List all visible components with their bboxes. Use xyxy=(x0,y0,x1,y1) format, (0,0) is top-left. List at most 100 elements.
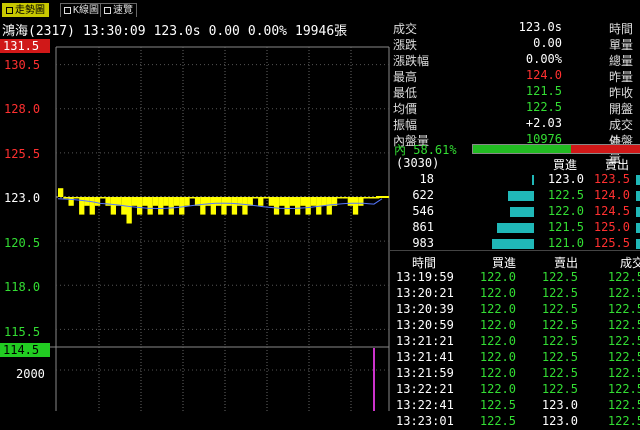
volume-tick: 2000 xyxy=(16,367,45,381)
tick-time: 13:21:21 xyxy=(396,334,454,348)
info-label: 漲跌 xyxy=(393,38,418,52)
tick-time: 13:20:59 xyxy=(396,318,454,332)
price-bar xyxy=(242,197,248,215)
y-tick: 120.5 xyxy=(4,236,41,250)
book-qty: 622 xyxy=(412,188,434,202)
tick-row[interactable]: 13:22:41 122.5 123.0 122.5 xyxy=(390,398,640,414)
tick-bid: 122.0 xyxy=(479,286,516,300)
info-value: 123.0s xyxy=(518,20,562,34)
tab-label: 走勢圖 xyxy=(15,5,45,16)
tick-row[interactable]: 13:20:59 122.0 122.5 122.5 xyxy=(390,318,640,334)
price-bar xyxy=(147,197,153,215)
tick-header: 時間 xyxy=(411,256,436,270)
price-bar xyxy=(289,197,295,206)
book-bid-price[interactable]: 123.0 xyxy=(540,172,584,186)
price-bar xyxy=(94,197,101,206)
tick-ask: 123.0 xyxy=(541,414,578,428)
tab-k-chart[interactable]: K線圖 xyxy=(60,3,104,17)
tick-bid: 122.0 xyxy=(479,270,516,284)
price-bar xyxy=(110,197,116,215)
info-label: 均價 xyxy=(393,102,418,116)
tick-time: 13:19:59 xyxy=(396,270,454,284)
book-ask-price[interactable]: 124.0 xyxy=(588,188,630,202)
tick-row[interactable]: 13:19:59 122.0 122.5 122.5 xyxy=(390,270,640,286)
price-bar xyxy=(321,197,327,206)
price-bar xyxy=(68,197,74,206)
tick-time: 13:23:01 xyxy=(396,414,454,428)
book-bid-price[interactable]: 122.5 xyxy=(540,188,584,202)
price-bar xyxy=(173,197,180,206)
tick-row[interactable]: 13:21:21 122.0 122.5 122.5 xyxy=(390,334,640,350)
tick-bid: 122.0 xyxy=(479,382,516,396)
price-bar xyxy=(358,197,364,206)
book-bid-price[interactable]: 121.0 xyxy=(540,236,584,250)
ask-volume-bar xyxy=(636,207,640,217)
tick-header: 賣出 xyxy=(553,256,578,270)
book-ask-price[interactable]: 123.5 xyxy=(588,172,630,186)
tick-deal: 122.5 xyxy=(607,382,640,396)
tick-deal: 122.5 xyxy=(607,366,640,380)
tick-bid: 122.5 xyxy=(479,414,516,428)
price-bar xyxy=(126,197,132,224)
tick-bid: 122.5 xyxy=(479,398,516,412)
inner-pct: 58.61% xyxy=(413,143,457,157)
tick-time: 13:20:21 xyxy=(396,286,454,300)
y-tick: 128.0 xyxy=(4,102,41,116)
book-bid-header: 買進 xyxy=(552,158,577,172)
price-bar xyxy=(263,197,269,199)
info-label: 最高 xyxy=(393,70,418,84)
price-bar xyxy=(89,197,95,215)
tick-row[interactable]: 13:21:59 122.0 122.5 122.5 xyxy=(390,366,640,382)
intraday-chart[interactable] xyxy=(0,38,390,411)
info-label: 最低 xyxy=(393,86,418,100)
info-label-right: 時間 xyxy=(609,22,634,36)
tick-row[interactable]: 13:23:01 122.5 123.0 122.5 xyxy=(390,414,640,430)
tick-time: 13:20:39 xyxy=(396,302,454,316)
bid-volume-bar xyxy=(508,191,534,201)
tab-trend-chart[interactable]: 走勢圖 xyxy=(2,3,49,17)
price-bar xyxy=(342,197,348,199)
book-bid-price[interactable]: 121.5 xyxy=(540,220,584,234)
y-tick: 115.5 xyxy=(4,325,41,339)
ask-volume-bar xyxy=(636,223,640,233)
book-ask-price[interactable]: 124.5 xyxy=(588,204,630,218)
tick-ask: 122.5 xyxy=(541,318,578,332)
book-ask-price[interactable]: 125.5 xyxy=(588,236,630,250)
price-bar xyxy=(221,197,227,215)
quote-header: 鴻海(2317) 13:30:09 123.0s 0.00 0.00% 19946張 xyxy=(2,20,355,39)
tick-bid: 122.0 xyxy=(479,350,516,364)
y-tick: 125.5 xyxy=(4,147,41,161)
price-bar xyxy=(252,197,259,199)
price-bar xyxy=(226,197,232,206)
tick-deal: 122.5 xyxy=(607,318,640,332)
info-value: 0.00 xyxy=(533,36,562,50)
book-qty: 861 xyxy=(412,220,434,234)
y-tick-min: 114.5 xyxy=(0,343,50,357)
info-value: 122.5 xyxy=(525,100,562,114)
info-label-right: 昨收 xyxy=(609,86,634,100)
price-bar xyxy=(305,197,311,215)
tab-quick-view[interactable]: 速覽 xyxy=(100,3,137,17)
book-ask-price[interactable]: 125.0 xyxy=(588,220,630,234)
tick-deal: 122.5 xyxy=(607,286,640,300)
tick-ask: 122.5 xyxy=(541,286,578,300)
tick-row[interactable]: 13:20:21 122.0 122.5 122.5 xyxy=(390,286,640,302)
bid-volume-bar xyxy=(492,239,534,249)
tick-row[interactable]: 13:21:41 122.0 122.5 122.5 xyxy=(390,350,640,366)
quote-time: 13:30:09 xyxy=(82,24,146,39)
tick-time: 13:22:21 xyxy=(396,382,454,396)
price-bar xyxy=(268,197,274,206)
price-bar xyxy=(79,197,85,215)
tick-bid: 122.0 xyxy=(479,302,516,316)
tick-ask: 122.5 xyxy=(541,302,578,316)
tick-time: 13:22:41 xyxy=(396,398,454,412)
price-bar xyxy=(152,197,159,206)
tick-row[interactable]: 13:20:39 122.0 122.5 122.5 xyxy=(390,302,640,318)
book-bid-price[interactable]: 122.0 xyxy=(540,204,584,218)
info-value: +2.03 xyxy=(525,116,562,130)
chart-icon xyxy=(6,6,13,14)
tick-row[interactable]: 13:22:21 122.0 122.5 122.5 xyxy=(390,382,640,398)
info-value: 124.0 xyxy=(525,68,562,82)
y-tick: 130.5 xyxy=(4,58,41,72)
tick-ask: 122.5 xyxy=(541,382,578,396)
